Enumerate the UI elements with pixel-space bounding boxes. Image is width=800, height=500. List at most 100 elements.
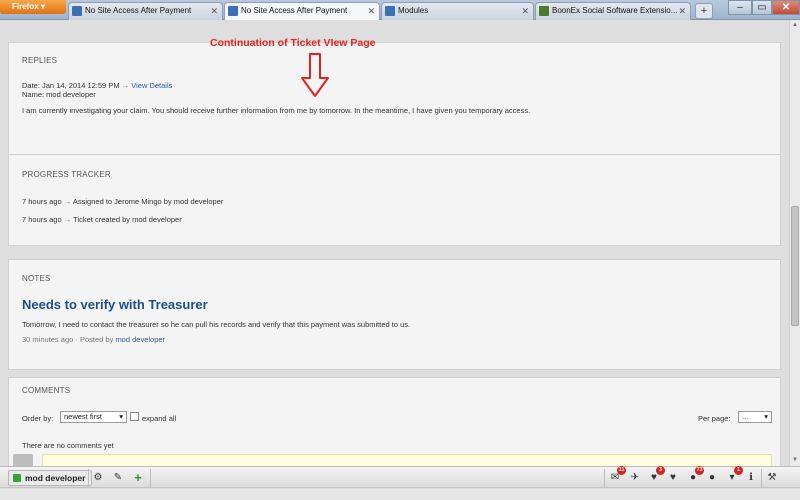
reply-message: I am currently investigating your claim.… xyxy=(22,106,531,115)
restore-button[interactable]: ▭ xyxy=(752,0,772,15)
no-comments-text: There are no comments yet xyxy=(22,441,114,450)
user-menu-button[interactable]: mod developer xyxy=(8,470,93,486)
chevron-down-icon: ▾ xyxy=(764,412,768,421)
twitter-icon[interactable]: ✈ xyxy=(627,470,643,486)
info-icon[interactable]: ℹ xyxy=(743,470,759,486)
minimize-button[interactable]: – xyxy=(728,0,752,15)
tab-title: Modules xyxy=(398,6,429,15)
note-body: Tomorrow, I need to contact the treasure… xyxy=(22,320,411,329)
chevron-down-icon: ▾ xyxy=(119,412,123,421)
cart-icon[interactable]: ▾ 1 xyxy=(724,466,743,486)
expand-all-label: expand all xyxy=(142,414,177,423)
close-window-icon: ✕ xyxy=(781,2,791,13)
order-by-value: newest first xyxy=(64,412,102,421)
site-favicon-icon xyxy=(228,6,238,16)
online-status-icon xyxy=(13,474,21,482)
site-favicon-icon xyxy=(72,6,82,16)
user-name: mod developer xyxy=(25,473,86,483)
progress-tracker-panel: PROGRESS TRACKER 7 hours ago → Assigned … xyxy=(8,154,781,246)
tab-4[interactable]: BoonEx Social Software Extensio... ✕ xyxy=(535,2,691,20)
notes-title: NOTES xyxy=(22,274,51,283)
view-details-link[interactable]: View Details xyxy=(131,81,172,90)
reply-date-line: Date: Jan 14, 2014 12:59 PM → View Detai… xyxy=(22,81,172,90)
toolbar-separator xyxy=(88,469,89,487)
heart-outline-icon[interactable]: ♥ xyxy=(665,470,681,486)
per-page-value: ... xyxy=(742,412,749,421)
notes-panel: NOTES Needs to verify with Treasurer Tom… xyxy=(8,259,781,370)
new-tab-button[interactable]: + xyxy=(695,3,713,19)
browser-tab-bar: Firefox ▾ No Site Access After Payment ✕… xyxy=(0,0,800,20)
close-window-button[interactable]: ✕ xyxy=(772,0,800,15)
toolbar-separator xyxy=(604,469,605,487)
status-bar xyxy=(0,489,800,500)
tab-3[interactable]: Modules ✕ xyxy=(381,2,534,20)
note-meta: 30 minutes ago · Posted by mod developer xyxy=(22,335,165,344)
bottom-toolbar: mod developer ⚙ ✎ + ✉ 11 ✈ ♥ 3 ♥ ● 73 ● ▾ 1 … xyxy=(0,466,800,488)
note-time: 30 minutes ago xyxy=(22,335,74,344)
progress-entry: 7 hours ago → Ticket created by mod deve… xyxy=(22,215,182,224)
toolbar-separator xyxy=(150,469,151,487)
close-tab-icon[interactable]: ✕ xyxy=(210,3,218,19)
boonex-favicon-icon xyxy=(539,6,549,16)
arrow-right-icon: → xyxy=(63,197,72,206)
comments-title: COMMENTS xyxy=(22,386,71,395)
friends-badge: 73 xyxy=(695,466,704,475)
firefox-menu-button[interactable]: Firefox ▾ xyxy=(0,0,66,14)
order-by-label: Order by: xyxy=(22,414,54,423)
cart-badge: 1 xyxy=(734,466,743,475)
reply-name: Name: mod developer xyxy=(22,90,96,99)
minimize-icon: – xyxy=(737,2,743,13)
close-tab-icon[interactable]: ✕ xyxy=(367,3,375,19)
progress-text: Assigned to Jerome Mingo by mod develope… xyxy=(72,197,224,206)
site-favicon-icon xyxy=(385,6,395,16)
meta-separator: · xyxy=(75,335,78,344)
arrow-right-icon: → xyxy=(63,215,72,224)
edit-icon[interactable]: ✎ xyxy=(110,470,126,486)
progress-time: 7 hours ago xyxy=(22,197,62,206)
order-by-select[interactable]: newest first ▾ xyxy=(60,411,127,423)
comments-panel: COMMENTS Order by: newest first ▾ expand… xyxy=(8,377,781,466)
heart-badge: 3 xyxy=(656,466,665,475)
tab-2-active[interactable]: No Site Access After Payment ✕ xyxy=(224,2,380,20)
close-tab-icon[interactable]: ✕ xyxy=(521,3,529,19)
toolbar-separator xyxy=(761,469,762,487)
scrollbar-thumb[interactable] xyxy=(791,206,799,326)
comment-input[interactable] xyxy=(42,454,772,466)
firefox-menu-label: Firefox xyxy=(12,2,39,11)
scroll-up-icon[interactable]: ▲ xyxy=(791,21,799,29)
avatar xyxy=(13,454,33,466)
replies-title: REPLIES xyxy=(22,56,58,65)
progress-title: PROGRESS TRACKER xyxy=(22,170,111,179)
reply-date: Date: Jan 14, 2014 12:59 PM xyxy=(22,81,120,90)
plus-icon: + xyxy=(700,5,708,17)
annotation-text: Continuation of Ticket VIew Page xyxy=(210,37,376,49)
expand-all-checkbox[interactable] xyxy=(130,412,139,421)
mail-badge: 11 xyxy=(617,466,626,475)
tab-title: BoonEx Social Software Extensio... xyxy=(552,6,678,15)
restore-icon: ▭ xyxy=(757,2,767,13)
tab-title: No Site Access After Payment xyxy=(85,6,192,15)
progress-time: 7 hours ago xyxy=(22,215,62,224)
tab-title: No Site Access After Payment xyxy=(241,6,348,15)
gear-icon[interactable]: ⚙ xyxy=(90,470,106,486)
replies-panel: REPLIES Date: Jan 14, 2014 12:59 PM → Vi… xyxy=(8,42,781,158)
progress-entry: 7 hours ago → Assigned to Jerome Mingo b… xyxy=(22,197,223,206)
vertical-scrollbar[interactable]: ▲ ▼ xyxy=(789,20,800,466)
close-tab-icon[interactable]: ✕ xyxy=(678,3,686,19)
wrench-icon[interactable]: ⚒ xyxy=(764,470,780,486)
red-down-arrow-icon xyxy=(301,53,329,97)
progress-text: Ticket created by mod developer xyxy=(73,215,182,224)
tab-1[interactable]: No Site Access After Payment ✕ xyxy=(68,2,223,20)
arrow-right-icon: → xyxy=(121,81,130,90)
heart-icon[interactable]: ♥ 3 xyxy=(646,466,665,486)
note-heading[interactable]: Needs to verify with Treasurer xyxy=(22,297,208,312)
page-content: REPLIES Date: Jan 14, 2014 12:59 PM → Vi… xyxy=(0,20,789,466)
friends-icon[interactable]: ● 73 xyxy=(685,466,704,486)
per-page-select[interactable]: ... ▾ xyxy=(738,411,772,423)
posted-by-label: Posted by xyxy=(79,335,114,344)
scroll-down-icon[interactable]: ▼ xyxy=(791,456,799,464)
add-icon[interactable]: + xyxy=(130,470,146,486)
person-icon[interactable]: ● xyxy=(704,470,720,486)
mail-icon[interactable]: ✉ 11 xyxy=(607,466,626,486)
note-author-link[interactable]: mod developer xyxy=(115,335,165,344)
